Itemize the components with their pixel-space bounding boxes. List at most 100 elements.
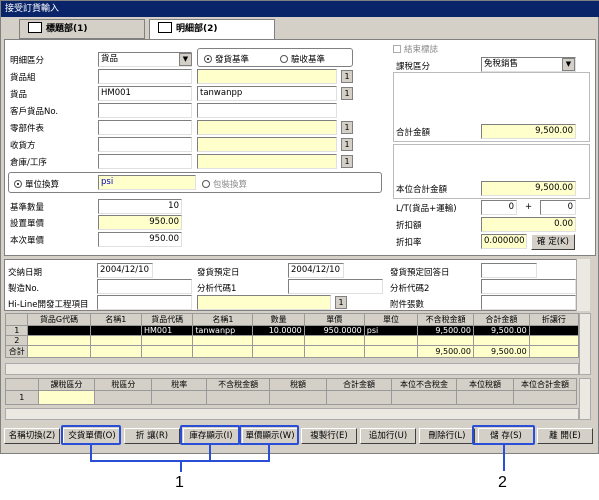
mfg-no-input[interactable]	[97, 279, 192, 294]
package-conversion-label: 包裝換算	[213, 180, 248, 190]
hiline-code-input[interactable]	[97, 295, 192, 310]
grid-cell[interactable]	[512, 390, 578, 405]
base-qty-input[interactable]: 10	[98, 199, 182, 214]
discount-button[interactable]: 折 讓(R)	[124, 428, 180, 444]
grid-cell[interactable]	[528, 335, 580, 346]
row-number: 2	[4, 335, 29, 346]
grid-cell[interactable]	[326, 390, 393, 405]
goods-group-lookup-button[interactable]: 1	[341, 70, 353, 83]
grid-cell[interactable]	[417, 335, 474, 346]
toggle-name-button[interactable]: 名稱切換(Z)	[4, 428, 60, 444]
tax-grid-vscrollbar[interactable]	[579, 378, 591, 420]
goods-lookup-button[interactable]: 1	[341, 87, 353, 100]
grid-cell[interactable]: HM001	[140, 325, 194, 336]
closed-flag-checkbox[interactable]: 結束標誌	[393, 43, 438, 55]
grid-cell[interactable]	[151, 390, 208, 405]
grid-cell[interactable]	[456, 390, 514, 405]
grid-cell[interactable]	[472, 335, 530, 346]
table-row[interactable]: 2	[4, 335, 580, 346]
grid-cell[interactable]	[27, 335, 91, 346]
detail-grid-hscrollbar[interactable]	[5, 363, 579, 375]
parts-table-lookup-button[interactable]: 1	[341, 121, 353, 134]
this-price-input[interactable]: 950.00	[98, 232, 182, 247]
grid-cell[interactable]	[192, 335, 254, 346]
radio-acceptance-basis[interactable]: 驗收基準	[280, 53, 325, 65]
receiver-code-input[interactable]	[98, 137, 192, 152]
goods-group-code-input[interactable]	[98, 69, 192, 84]
grid-cell[interactable]: 9,500.00	[417, 325, 474, 336]
warehouse-code-input[interactable]	[98, 154, 192, 169]
hiline-lookup-button[interactable]: 1	[335, 296, 347, 309]
detail-grid-vscrollbar[interactable]	[579, 313, 591, 375]
warehouse-name-input[interactable]	[197, 154, 337, 169]
grid-header-cell: 不含稅金額	[206, 378, 271, 391]
lead-time-goods-input[interactable]: 0	[481, 200, 517, 215]
discount-input[interactable]: 0.00	[481, 217, 576, 232]
this-price-label: 本次單價	[10, 236, 45, 246]
customer-goods-name-input[interactable]	[197, 103, 337, 118]
grid-cell[interactable]	[140, 335, 194, 346]
set-price-input[interactable]: 950.00	[98, 215, 182, 230]
parts-table-code-input[interactable]	[98, 120, 192, 135]
hiline-label: Hi-Line開發工程項目	[8, 300, 89, 310]
grid-cell[interactable]	[252, 335, 305, 346]
radio-issue-basis[interactable]: 發貨基準	[204, 53, 249, 65]
grid-cell[interactable]	[363, 335, 419, 346]
grid-cell[interactable]: 950.0000	[303, 325, 365, 336]
schedule-scrollbar[interactable]	[576, 259, 590, 311]
exit-button[interactable]: 離 開(E)	[537, 428, 593, 444]
attachments-input[interactable]	[481, 295, 576, 310]
callout-1: 1	[175, 474, 184, 491]
grid-cell[interactable]	[94, 390, 153, 405]
goods-code-input[interactable]: HM001	[98, 86, 192, 101]
grid-cell[interactable]	[206, 390, 271, 405]
discount-rate-input[interactable]: 0.000000	[481, 234, 527, 249]
receiver-name-input[interactable]	[197, 137, 337, 152]
tab-header[interactable]: 標題部(1)	[19, 19, 145, 39]
analysis2-input[interactable]	[481, 279, 576, 294]
grid-cell[interactable]: 10.0000	[252, 325, 305, 336]
chevron-down-icon[interactable]: ▼	[179, 53, 192, 66]
grid-cell[interactable]	[89, 335, 143, 346]
add-row-button[interactable]: 追加行(U)	[360, 428, 416, 444]
lead-time-transport-input[interactable]: 0	[540, 200, 576, 215]
ship-plan-input[interactable]: 2004/12/10	[288, 263, 344, 278]
hiline-name-input[interactable]	[197, 295, 331, 310]
grid-cell[interactable]	[27, 325, 91, 336]
grid-cell[interactable]	[391, 390, 458, 405]
attachments-label: 附件張數	[390, 300, 425, 310]
tax-grid: 課稅區分 稅區分 稅率 不含稅金額 稅額 合計金額 本位不含稅金 本位稅額 本位…	[5, 378, 578, 405]
grid-cell[interactable]	[89, 325, 143, 336]
unit-input[interactable]: psi	[98, 175, 196, 190]
grid-cell[interactable]	[269, 390, 328, 405]
grid-cell[interactable]: 9,500.00	[472, 325, 530, 336]
table-row[interactable]: 1	[5, 390, 578, 405]
tab-detail[interactable]: 明細部(2)	[149, 19, 275, 39]
discount-label: 折扣額	[396, 221, 422, 231]
goods-group-name-input[interactable]	[197, 69, 337, 84]
copy-row-button[interactable]: 複製行(E)	[301, 428, 357, 444]
delivery-date-input[interactable]: 2004/12/10	[97, 263, 153, 278]
analysis1-input[interactable]	[288, 279, 383, 294]
chevron-down-icon[interactable]: ▼	[562, 58, 575, 71]
table-row[interactable]: 1 HM001 tanwanpp 10.0000 950.0000 psi 9,…	[4, 325, 580, 336]
radio-unit-conversion[interactable]: 單位換算	[14, 178, 59, 190]
grid-cell[interactable]	[303, 335, 365, 346]
grid-cell[interactable]	[37, 390, 96, 405]
ship-plan-reply-input[interactable]	[481, 263, 537, 278]
warehouse-lookup-button[interactable]: 1	[341, 155, 353, 168]
goods-name-input[interactable]: tanwanpp	[197, 86, 337, 101]
grid-cell[interactable]	[528, 325, 580, 336]
grid-cell[interactable]: psi	[363, 325, 419, 336]
tax-grid-hscrollbar[interactable]	[5, 408, 579, 420]
grid-cell[interactable]: tanwanpp	[192, 325, 254, 336]
grid-header-row: 貨品G代碼 名稱1 貨品代碼 名稱1 數量 單價 單位 不含稅金額 合計金額 折…	[4, 313, 580, 326]
parts-table-name-input[interactable]	[197, 120, 337, 135]
detail-panel: 明細區分 貨品 ▼ 發貨基準 驗收基準 貨品組 1 貨品 HM001 tanwa…	[4, 39, 596, 256]
receiver-lookup-button[interactable]: 1	[341, 138, 353, 151]
customer-goods-code-input[interactable]	[98, 103, 192, 118]
detail-type-select[interactable]: 貨品	[98, 52, 192, 67]
confirm-button[interactable]: 確 定(K)	[531, 234, 575, 250]
radio-package-conversion[interactable]: 包裝換算	[202, 178, 247, 190]
delete-row-button[interactable]: 刪除行(L)	[419, 428, 475, 444]
